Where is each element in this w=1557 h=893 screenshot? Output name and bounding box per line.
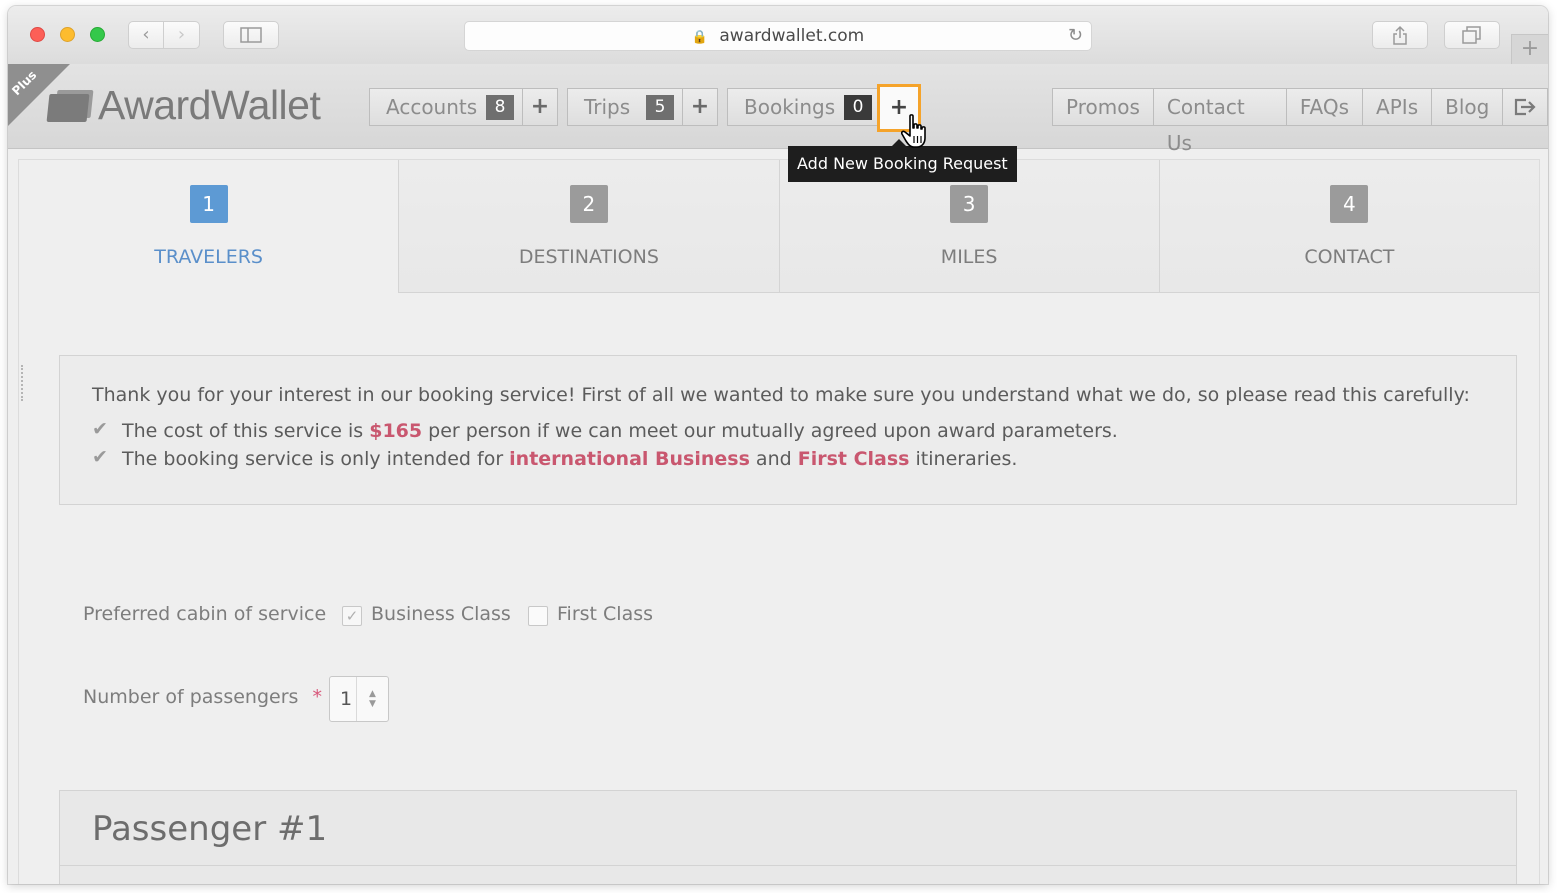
nav-bookings-label: Bookings — [744, 95, 836, 119]
step-destinations[interactable]: 2 DESTINATIONS — [399, 160, 780, 293]
site-header: Plus AwardWallet Accounts 8 + Trips 5 + … — [8, 64, 1548, 155]
required-mark: * — [312, 686, 322, 708]
arrow-down-icon[interactable]: ▼ — [357, 699, 388, 709]
share-icon — [1393, 25, 1407, 45]
nav-promos[interactable]: Promos — [1052, 88, 1154, 126]
arrow-up-icon[interactable]: ▲ — [357, 689, 388, 699]
step-number: 2 — [569, 185, 608, 223]
logout-button[interactable] — [1503, 88, 1548, 126]
passengers-stepper[interactable]: 1 ▲ ▼ — [329, 676, 389, 722]
notice-text: per person if we can meet our mutually a… — [422, 420, 1118, 442]
notice-text: and — [749, 448, 798, 470]
add-account-button[interactable]: + — [522, 88, 558, 126]
checkmark-icon: ✔ — [92, 418, 108, 440]
passengers-label: Number of passengers * — [83, 686, 322, 708]
tooltip: Add New Booking Request — [788, 139, 1017, 182]
notice-text: The booking service is only intended for — [122, 448, 510, 470]
zoom-window-button[interactable] — [90, 27, 105, 42]
reload-icon[interactable]: ↻ — [1068, 22, 1083, 50]
chevron-left-icon: ‹ — [142, 24, 150, 45]
business-class-checkbox[interactable]: ✓ — [342, 606, 362, 626]
first-class-highlight: First Class — [797, 448, 910, 470]
business-class-label[interactable]: Business Class — [371, 603, 511, 625]
first-class-label[interactable]: First Class — [557, 603, 653, 625]
close-window-button[interactable] — [30, 27, 45, 42]
logout-icon — [1515, 98, 1536, 116]
hand-cursor-icon — [901, 114, 926, 148]
step-travelers[interactable]: 1 TRAVELERS — [19, 160, 400, 293]
booking-form-container: 1 TRAVELERS 2 DESTINATIONS 3 MILES 4 CON… — [18, 159, 1540, 884]
step-label: TRAVELERS — [154, 246, 263, 268]
nav-accounts[interactable]: Accounts 8 — [369, 88, 523, 126]
tabs-icon — [1462, 26, 1481, 44]
step-label: DESTINATIONS — [518, 246, 659, 268]
step-number: 3 — [950, 185, 989, 223]
plus-icon: + — [1520, 36, 1540, 61]
passenger-title: Passenger #1 — [92, 809, 328, 849]
business-highlight: international Business — [509, 448, 750, 470]
step-number: 4 — [1330, 185, 1369, 223]
nav-apis[interactable]: APIs — [1363, 88, 1433, 126]
lock-icon: 🔒 — [691, 30, 708, 45]
notice-text: The cost of this service is — [122, 420, 370, 442]
step-label: MILES — [940, 246, 998, 268]
nav-accounts-label: Accounts — [386, 95, 478, 119]
new-tab-button[interactable]: + — [1511, 34, 1548, 65]
nav-bookings[interactable]: Bookings 0 — [727, 88, 879, 126]
brand-logo[interactable]: AwardWallet — [98, 82, 321, 129]
back-button[interactable]: ‹ — [128, 21, 164, 49]
sidebar-toggle-button[interactable] — [223, 21, 279, 49]
browser-toolbar: ‹ › 🔒 awardwallet.com ↻ + — [8, 6, 1548, 65]
nav-contact-us[interactable]: Contact Us — [1153, 88, 1287, 155]
step-contact[interactable]: 4 CONTACT — [1159, 160, 1539, 293]
cabin-label: Preferred cabin of service — [83, 603, 327, 625]
step-number: 1 — [189, 185, 228, 223]
passengers-value: 1 — [340, 688, 353, 710]
url-text: awardwallet.com — [719, 26, 865, 46]
plus-icon: + — [690, 94, 710, 119]
passenger-panel: Passenger #1 — [59, 790, 1517, 884]
nav-blog[interactable]: Blog — [1432, 88, 1504, 126]
nav-trips[interactable]: Trips 5 — [567, 88, 683, 126]
passengers-label-text: Number of passengers — [83, 686, 299, 708]
accounts-count-badge: 8 — [486, 95, 514, 120]
share-button[interactable] — [1372, 21, 1428, 49]
secondary-nav: Promos Contact Us FAQs APIs Blog — [1052, 88, 1548, 155]
add-trip-button[interactable]: + — [682, 88, 718, 126]
price-highlight: $165 — [369, 420, 423, 442]
step-label: CONTACT — [1304, 246, 1395, 268]
forward-button[interactable]: › — [164, 21, 200, 49]
checkmark-icon: ✔ — [92, 446, 108, 468]
service-notice: Thank you for your interest in our booki… — [59, 355, 1517, 505]
show-tabs-button[interactable] — [1444, 21, 1500, 49]
minimize-window-button[interactable] — [60, 27, 75, 42]
check-icon: ✓ — [345, 607, 359, 625]
trips-count-badge: 5 — [646, 95, 674, 120]
plus-icon: + — [530, 94, 550, 119]
notice-intro: Thank you for your interest in our booki… — [92, 384, 1470, 406]
booking-steps: 1 TRAVELERS 2 DESTINATIONS 3 MILES 4 CON… — [19, 160, 1539, 293]
notice-text: itineraries. — [909, 448, 1018, 470]
divider — [60, 865, 1516, 866]
drag-handle[interactable] — [21, 365, 27, 401]
nav-faqs[interactable]: FAQs — [1286, 88, 1364, 126]
first-class-checkbox[interactable] — [528, 606, 548, 626]
sidebar-icon — [240, 27, 262, 43]
browser-window: ‹ › 🔒 awardwallet.com ↻ + Plus AwardWall… — [8, 6, 1548, 884]
notice-item: ✔ The cost of this service is $165 per p… — [92, 418, 1484, 442]
bookings-count-badge: 0 — [844, 95, 872, 120]
stepper-arrows[interactable]: ▲ ▼ — [356, 677, 388, 721]
nav-trips-label: Trips — [584, 95, 631, 119]
notice-item: ✔ The booking service is only intended f… — [92, 446, 1484, 470]
chevron-right-icon: › — [177, 24, 186, 45]
logo-icon-back — [46, 94, 90, 122]
address-bar[interactable]: 🔒 awardwallet.com ↻ — [464, 21, 1092, 51]
